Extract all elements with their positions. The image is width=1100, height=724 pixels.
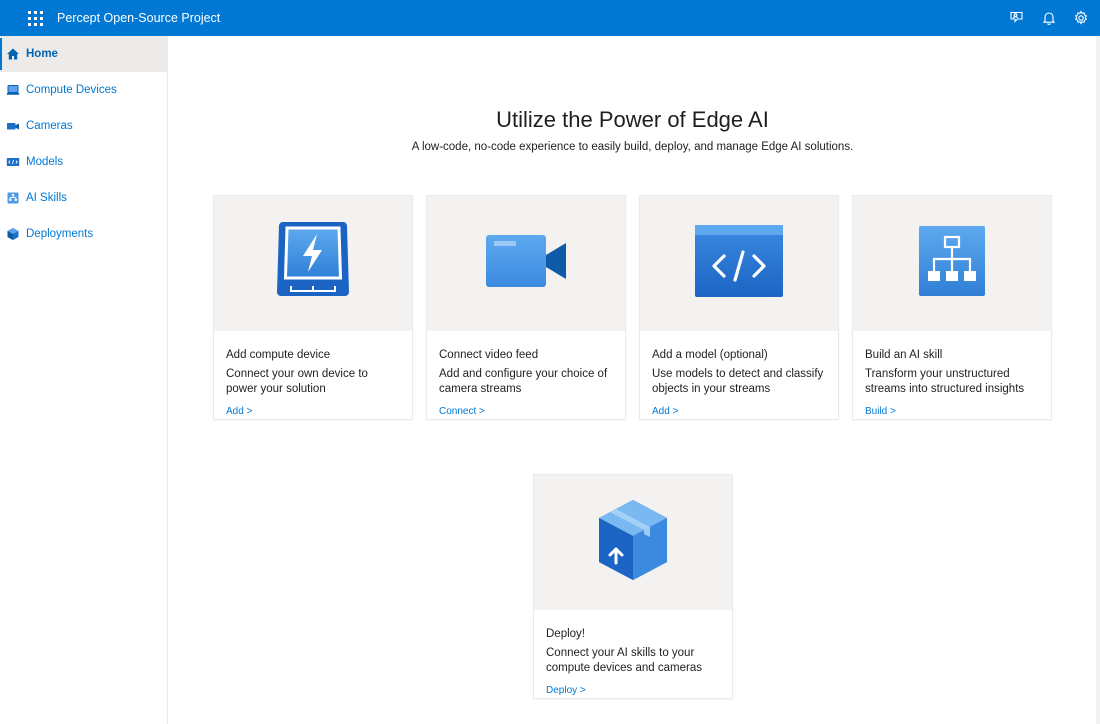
build-ai-skill-link[interactable]: Build > [865, 406, 896, 417]
card-title: Build an AI skill [865, 349, 943, 361]
card-description: Use models to detect and classify object… [652, 368, 824, 395]
card-description: Add and configure your choice of camera … [439, 368, 608, 395]
app-title[interactable]: Percept Open-Source Project [57, 11, 220, 25]
waffle-icon[interactable] [26, 9, 44, 27]
sidebar-nav: Home Compute Devices Cameras Models AI S… [0, 36, 168, 724]
page-subtitle: A low-code, no-code experience to easily… [411, 141, 854, 153]
sidebar-item-label: Models [26, 156, 64, 168]
top-bar: Percept Open-Source Project [0, 0, 1100, 36]
code-window-icon [694, 224, 784, 303]
card-deploy[interactable]: Deploy! Connect your AI skills to your c… [533, 474, 733, 699]
card-connect-video-feed[interactable]: Connect video feed Add and configure you… [426, 195, 626, 420]
sidebar-item-models[interactable]: Models [0, 144, 167, 180]
card-media [214, 196, 412, 331]
sidebar-item-deployments[interactable]: Deployments [0, 216, 167, 252]
deploy-link[interactable]: Deploy > [546, 685, 586, 696]
card-description: Connect your own device to power your so… [226, 368, 368, 395]
sidebar-item-compute-devices[interactable]: Compute Devices [0, 72, 167, 108]
card-title: Connect video feed [439, 349, 539, 361]
card-media [427, 196, 625, 331]
connect-video-feed-link[interactable]: Connect > [439, 406, 485, 417]
sidebar-item-label: Home [26, 48, 58, 60]
scrollbar-track[interactable] [1096, 36, 1100, 724]
card-description: Transform your unstructured streams into… [865, 368, 1025, 395]
home-icon [6, 47, 20, 61]
card-add-compute-device[interactable]: Add compute device Connect your own devi… [213, 195, 413, 420]
add-compute-device-link[interactable]: Add > [226, 406, 252, 417]
ai-skill-icon [6, 191, 20, 205]
sidebar-item-label: AI Skills [26, 192, 67, 204]
card-media [534, 475, 732, 610]
sidebar-item-label: Cameras [26, 120, 73, 132]
camera-icon [6, 119, 20, 133]
card-title: Add a model (optional) [652, 349, 768, 361]
sidebar-item-label: Compute Devices [26, 84, 117, 96]
compute-device-icon [275, 220, 351, 307]
video-camera-icon [484, 233, 568, 294]
deploy-box-icon [597, 498, 669, 587]
gear-icon[interactable] [1072, 9, 1090, 27]
card-build-ai-skill[interactable]: Build an AI skill Transform your unstruc… [852, 195, 1052, 420]
model-icon [6, 155, 20, 169]
add-model-link[interactable]: Add > [652, 406, 678, 417]
cube-icon [6, 227, 20, 241]
page-title: Utilize the Power of Edge AI [496, 107, 769, 132]
bell-icon[interactable] [1040, 9, 1058, 27]
sidebar-item-label: Deployments [26, 228, 94, 240]
sidebar-item-home[interactable]: Home [0, 36, 167, 72]
card-media [853, 196, 1051, 331]
sidebar-item-ai-skills[interactable]: AI Skills [0, 180, 167, 216]
feedback-icon[interactable] [1008, 9, 1026, 27]
card-title: Deploy! [546, 628, 585, 640]
card-media [640, 196, 838, 331]
sidebar-item-cameras[interactable]: Cameras [0, 108, 167, 144]
card-add-model[interactable]: Add a model (optional) Use models to det… [639, 195, 839, 420]
card-description: Connect your AI skills to your compute d… [546, 647, 702, 674]
card-title: Add compute device [226, 349, 331, 361]
laptop-icon [6, 83, 20, 97]
flowchart-icon [918, 225, 986, 302]
